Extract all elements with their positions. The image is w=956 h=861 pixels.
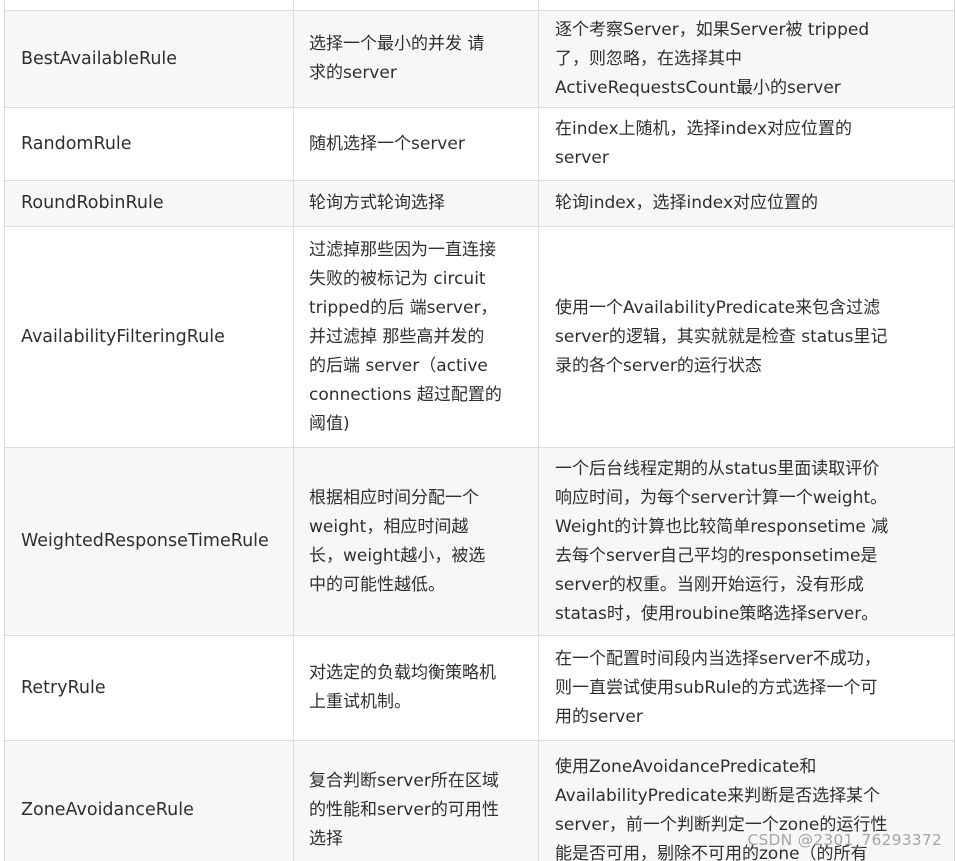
implementation-line: server的权重。当刚开始运行，没有形成 xyxy=(555,574,864,595)
rule-implementation-cell: 使用一个AvailabilityPredicate来包含过滤 server的逻辑… xyxy=(538,226,955,448)
rule-description-cell: 根据相应时间分配一个 weight，相应时间越 长，weight越小，被选 中的… xyxy=(293,447,539,636)
implementation-line: AvailabilityPredicate来判断是否选择某个 xyxy=(555,785,881,806)
implementation-line: 了，则忽略，在选择其中 xyxy=(555,48,742,69)
rule-name-cell: WeightedResponseTimeRule xyxy=(4,447,294,636)
rule-name-cell: RandomRule xyxy=(4,107,294,181)
description-line: 复合判断server所在区域 xyxy=(309,771,499,791)
description-line: 阈值) xyxy=(309,413,350,434)
rule-implementation-cell: 在index上随机，选择index对应位置的 server xyxy=(538,107,955,181)
implementation-line: server的逻辑，其实就就是检查 status里记 xyxy=(555,326,888,347)
implementation-line: 逐个考察Server，如果Server被 tripped xyxy=(555,19,870,40)
implementation-line: Weight的计算也比较简单responsetime 减 xyxy=(555,516,889,537)
rule-description-cell xyxy=(293,0,539,11)
load-balancing-rules-table: BestAvailableRule 选择一个最小的并发 请 求的server 逐… xyxy=(4,0,955,861)
table-row: ZoneAvoidanceRule 复合判断server所在区域 的性能和ser… xyxy=(4,740,955,861)
implementation-line: 响应时间，为每个server计算一个weight。 xyxy=(555,487,888,508)
implementation-line: server xyxy=(555,148,609,168)
description-line: 选择 xyxy=(309,829,343,849)
implementation-line: 使用一个AvailabilityPredicate来包含过滤 xyxy=(555,297,881,318)
table-row: RetryRule 对选定的负载均衡策略机 上重试机制。 在一个配置时间段内当选… xyxy=(4,635,955,741)
description-line: 随机选择一个server xyxy=(309,133,465,154)
rule-description-cell: 复合判断server所在区域 的性能和server的可用性 选择 xyxy=(293,740,539,861)
rule-description-cell: 选择一个最小的并发 请 求的server xyxy=(293,10,539,108)
implementation-line: statas时，使用roubine策略选择server。 xyxy=(555,603,879,624)
implementation-line: 录的各个server的运行状态 xyxy=(555,355,762,376)
description-line: 失败的被标记为 circuit xyxy=(309,268,486,289)
rule-implementation-cell: 轮询index，选择index对应位置的 xyxy=(538,180,955,227)
rule-name-cell: BestAvailableRule xyxy=(4,10,294,108)
description-line: 并过滤掉 那些高并发的 xyxy=(309,326,485,347)
description-line: 的性能和server的可用性 xyxy=(309,800,499,820)
table-row: RoundRobinRule 轮询方式轮询选择 轮询index，选择index对… xyxy=(4,180,955,227)
implementation-line: server，前一个判断判定一个zone的运行性 xyxy=(555,814,888,835)
rule-description-cell: 对选定的负载均衡策略机 上重试机制。 xyxy=(293,635,539,741)
implementation-line: 则一直尝试使用subRule的方式选择一个可 xyxy=(555,677,878,698)
rule-implementation-cell: 使用ZoneAvoidancePredicate和 AvailabilityPr… xyxy=(538,740,955,861)
description-line: 对选定的负载均衡策略机 xyxy=(309,663,496,683)
rule-name-cell: ZoneAvoidanceRule xyxy=(4,740,294,861)
description-line: connections 超过配置的 xyxy=(309,384,502,405)
table-row: RandomRule 随机选择一个server 在index上随机，选择inde… xyxy=(4,107,955,181)
description-line: weight，相应时间越 xyxy=(309,516,469,537)
description-line: 上重试机制。 xyxy=(309,692,411,712)
description-line: 根据相应时间分配一个 xyxy=(309,487,479,508)
rule-name-cell: AvailabilityFilteringRule xyxy=(4,226,294,448)
table-row xyxy=(4,0,955,11)
rule-name-cell: RetryRule xyxy=(4,635,294,741)
description-line: 求的server xyxy=(309,63,397,83)
description-line: tripped的后 端server， xyxy=(309,297,498,318)
implementation-line: 轮询index，选择index对应位置的 xyxy=(555,193,819,213)
implementation-line: ActiveRequestsCount最小的server xyxy=(555,77,841,98)
table-row: BestAvailableRule 选择一个最小的并发 请 求的server 逐… xyxy=(4,10,955,108)
implementation-line: 去每个server自己平均的responsetime是 xyxy=(555,545,878,566)
implementation-line: 在index上随机，选择index对应位置的 xyxy=(555,119,853,139)
rule-implementation-cell xyxy=(538,0,955,11)
implementation-line: 使用ZoneAvoidancePredicate和 xyxy=(555,756,817,777)
rule-name-cell xyxy=(4,0,294,11)
rule-table-container: BestAvailableRule 选择一个最小的并发 请 求的server 逐… xyxy=(4,0,955,861)
rule-description-cell: 轮询方式轮询选择 xyxy=(293,180,539,227)
table-body: BestAvailableRule 选择一个最小的并发 请 求的server 逐… xyxy=(4,0,955,861)
rule-description-cell: 过滤掉那些因为一直连接 失败的被标记为 circuit tripped的后 端s… xyxy=(293,226,539,448)
implementation-line: 用的server xyxy=(555,706,643,727)
rule-implementation-cell: 在一个配置时间段内当选择server不成功， 则一直尝试使用subRule的方式… xyxy=(538,635,955,741)
description-line: 的后端 server（active xyxy=(309,355,488,376)
table-row: WeightedResponseTimeRule 根据相应时间分配一个 weig… xyxy=(4,447,955,636)
rule-implementation-cell: 一个后台线程定期的从status里面读取评价 响应时间，为每个server计算一… xyxy=(538,447,955,636)
table-row: AvailabilityFilteringRule 过滤掉那些因为一直连接 失败… xyxy=(4,226,955,448)
rule-name-cell: RoundRobinRule xyxy=(4,180,294,227)
description-line: 选择一个最小的并发 请 xyxy=(309,34,485,54)
rule-implementation-cell: 逐个考察Server，如果Server被 tripped 了，则忽略，在选择其中… xyxy=(538,10,955,108)
description-line: 过滤掉那些因为一直连接 xyxy=(309,239,496,260)
implementation-line: 能是否可用，剔除不可用的zone（的所有 xyxy=(555,843,868,861)
description-line: 轮询方式轮询选择 xyxy=(309,193,445,213)
rule-description-cell: 随机选择一个server xyxy=(293,107,539,181)
implementation-line: 一个后台线程定期的从status里面读取评价 xyxy=(555,458,880,479)
description-line: 中的可能性越低。 xyxy=(309,574,445,595)
implementation-line: 在一个配置时间段内当选择server不成功， xyxy=(555,648,881,669)
description-line: 长，weight越小，被选 xyxy=(309,545,486,566)
